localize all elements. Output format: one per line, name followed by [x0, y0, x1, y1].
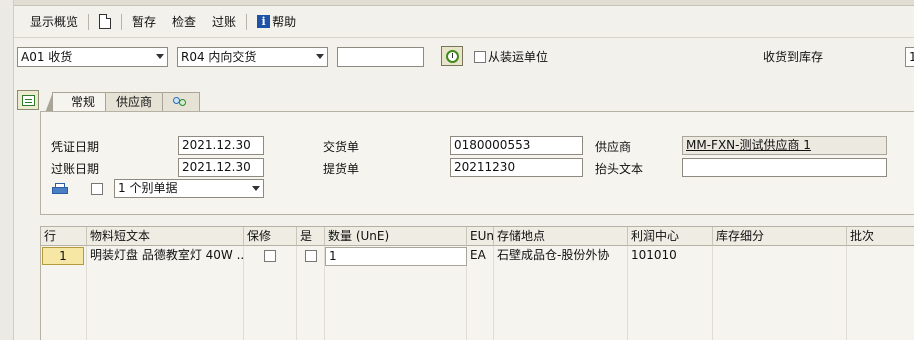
header-text-field[interactable]	[682, 158, 887, 177]
chevron-down-icon	[316, 54, 324, 59]
checkbox-box	[305, 250, 317, 262]
column-header-ok[interactable]: 是	[297, 227, 325, 246]
column-header-stock-segment[interactable]: 库存细分	[713, 227, 847, 246]
column-header-line[interactable]: 行	[41, 227, 87, 246]
warranty-checkbox[interactable]	[264, 250, 276, 265]
check-button[interactable]: 检查	[164, 12, 204, 32]
action-select-value: A01 收货	[21, 50, 73, 64]
material-cell[interactable]: 明装灯盘 品德教室灯 40W ..	[87, 246, 244, 266]
execute-button[interactable]	[441, 46, 463, 66]
column-header-storage[interactable]: 存储地点	[494, 227, 628, 246]
bill-of-lading-label: 提货单	[323, 162, 360, 176]
post-button[interactable]: 过账	[204, 12, 244, 32]
print-version-value: 1 个别单据	[118, 181, 178, 195]
checkbox-box	[264, 250, 276, 262]
toolbar-separator	[121, 13, 123, 30]
column-header-warranty[interactable]: 保修	[244, 227, 297, 246]
unit-cell: EA	[470, 248, 486, 262]
help-label: 帮助	[272, 14, 297, 29]
document-date-field[interactable]: 2021.12.30	[178, 136, 264, 155]
chevron-down-icon	[156, 54, 164, 59]
movement-type-value: R04 内向交货	[181, 50, 257, 64]
receipt-value-field[interactable]: 1	[905, 47, 914, 67]
header-text-label: 抬头文本	[595, 162, 644, 176]
checkbox-box	[474, 51, 486, 63]
toggle-header-button[interactable]	[17, 90, 39, 110]
new-document-button[interactable]	[91, 12, 119, 32]
document-icon	[99, 14, 112, 29]
quantity-input[interactable]: 1	[325, 247, 467, 266]
print-version-select[interactable]: 1 个别单据	[114, 179, 264, 198]
toolbar-separator	[246, 13, 248, 30]
toolbar-separator	[88, 13, 90, 30]
chevron-down-icon	[252, 186, 260, 191]
shipping-unit-label: 从装运单位	[488, 50, 549, 64]
general-panel: 凭证日期 2021.12.30 过账日期 2021.12.30 交货单 0180…	[40, 111, 914, 215]
tab-vendor[interactable]: 供应商	[105, 92, 164, 112]
header-icon	[21, 94, 35, 106]
ok-checkbox[interactable]	[305, 250, 317, 265]
shipping-unit-checkbox[interactable]	[474, 51, 486, 66]
overview-button[interactable]: 显示概览	[22, 12, 86, 32]
clock-icon	[445, 49, 459, 63]
receipt-label: 收货到库存	[763, 50, 824, 64]
info-icon: i	[257, 15, 271, 28]
column-header-material[interactable]: 物料短文本	[87, 227, 244, 246]
item-table: 行 物料短文本 保修 是 数量 (UnE) EUn 存储地点 利润中心 库存细分…	[40, 226, 914, 340]
help-button[interactable]: i 帮助	[249, 12, 304, 32]
tab-partner[interactable]	[162, 92, 201, 112]
column-header-profit-center[interactable]: 利润中心	[628, 227, 713, 246]
header-tabs: 常规 供应商	[44, 92, 201, 113]
posting-date-label: 过账日期	[51, 162, 100, 176]
hold-button[interactable]: 暂存	[124, 12, 164, 32]
vendor-field[interactable]: MM-FXN-测试供应商 1	[682, 136, 887, 155]
tab-general[interactable]: 常规	[44, 92, 107, 113]
printer-icon[interactable]	[52, 183, 68, 196]
row-selector[interactable]: 1	[42, 247, 84, 265]
document-date-label: 凭证日期	[51, 140, 100, 154]
action-row: A01 收货 R04 内向交货 从装运单位 收货到库存 1	[0, 46, 914, 68]
vendor-label: 供应商	[595, 140, 632, 154]
delivery-note-field[interactable]: 0180000553	[450, 136, 583, 155]
profit-center-cell[interactable]: 101010	[628, 246, 713, 266]
checkbox-box	[91, 183, 103, 195]
posting-date-field[interactable]: 2021.12.30	[178, 158, 264, 177]
storage-location-cell[interactable]: 石壁成品仓-股份外协	[494, 246, 628, 266]
delivery-note-label: 交货单	[323, 140, 360, 154]
bill-of-lading-field[interactable]: 20211230	[450, 158, 583, 177]
print-checkbox[interactable]	[91, 183, 103, 198]
action-select[interactable]: A01 收货	[17, 47, 168, 67]
reference-document-input[interactable]	[337, 47, 424, 67]
column-body	[713, 246, 847, 340]
people-icon	[173, 97, 189, 107]
column-header-unit[interactable]: EUn	[467, 227, 494, 246]
column-header-quantity[interactable]: 数量 (UnE)	[325, 227, 467, 246]
movement-type-select[interactable]: R04 内向交货	[177, 47, 328, 67]
application-toolbar: 显示概览 暂存 检查 过账 i 帮助	[14, 6, 914, 38]
column-header-batch[interactable]: 批次	[847, 227, 914, 246]
